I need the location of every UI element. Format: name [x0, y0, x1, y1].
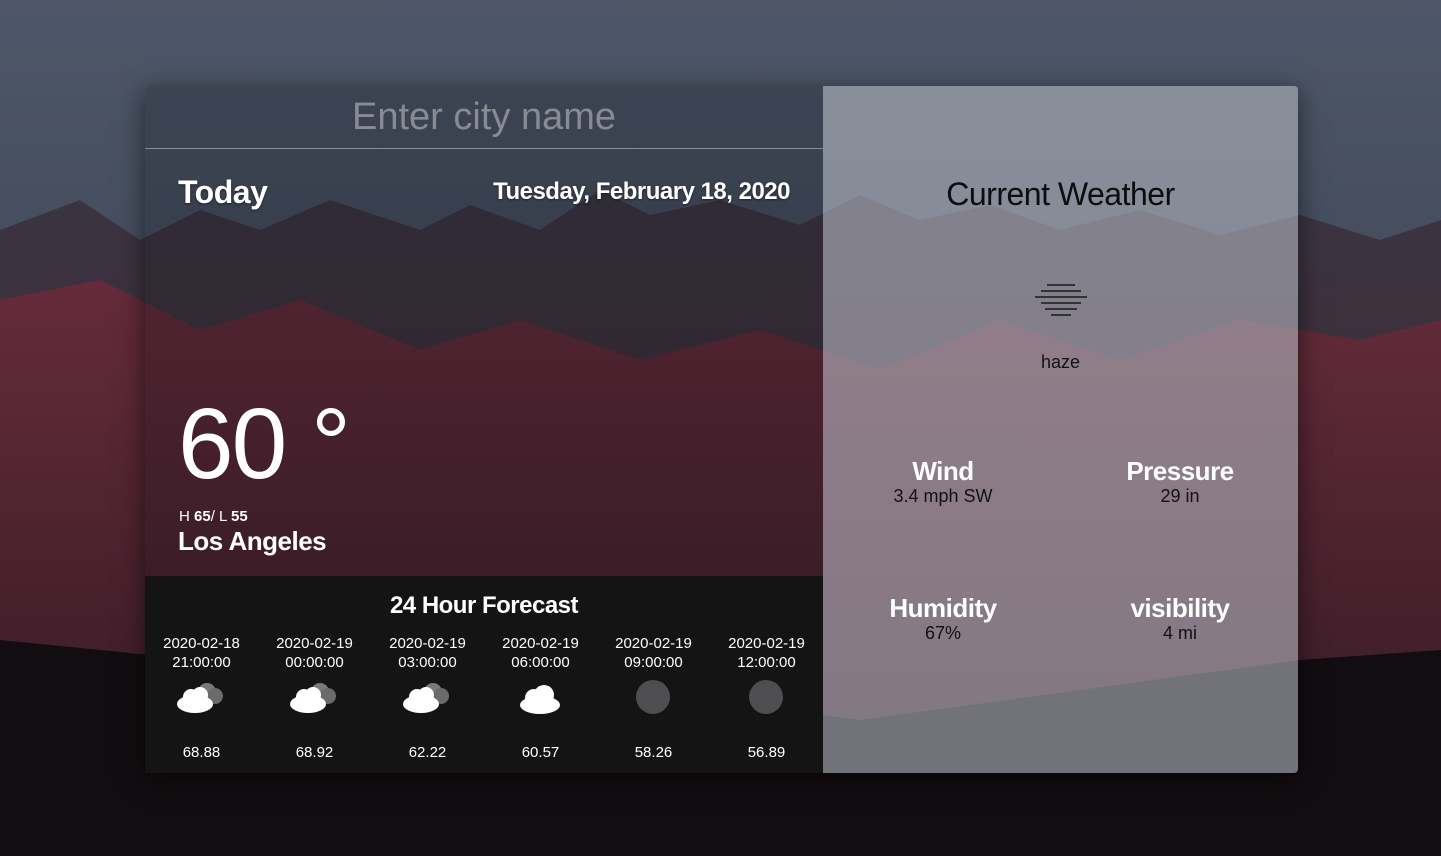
forecast-time: 00:00:00	[285, 654, 344, 671]
forecast-time: 09:00:00	[624, 654, 683, 671]
forecast-date: 2020-02-19	[615, 635, 692, 652]
humidity-label: Humidity	[889, 593, 997, 623]
forecast-item: 2020-02-19 03:00:00 62.22	[371, 634, 484, 761]
humidity-value: 67%	[924, 623, 962, 643]
pressure-stat: Pressure 29 in	[1080, 456, 1280, 506]
forecast-time: 21:00:00	[172, 654, 231, 671]
today-label: Today	[178, 174, 268, 210]
search-bar	[145, 86, 823, 149]
forecast-date: 2020-02-19	[389, 635, 466, 652]
current-weather-panel: Current Weather haze Wind 3.4 mph SW Pre…	[823, 86, 1298, 773]
low-prefix: / L	[210, 508, 227, 525]
forecast-panel: 24 Hour Forecast 2020-02-18 21:00:00 68.…	[145, 576, 823, 773]
high-value: 65	[194, 508, 211, 525]
visibility-stat: visibility 4 mi	[1080, 593, 1280, 643]
partly-cloudy-night-icon	[290, 683, 336, 713]
moon-icon	[749, 680, 783, 714]
wind-label: Wind	[912, 456, 974, 486]
city-name: Los Angeles	[178, 526, 327, 556]
forecast-time: 03:00:00	[398, 654, 457, 671]
pressure-label: Pressure	[1126, 456, 1234, 486]
wind-stat: Wind 3.4 mph SW	[843, 456, 1043, 506]
forecast-item: 2020-02-19 12:00:00 56.89	[710, 634, 823, 761]
forecast-date: 2020-02-18	[163, 635, 240, 652]
forecast-title: 24 Hour Forecast	[389, 592, 579, 619]
forecast-item: 2020-02-18 21:00:00 68.88	[145, 634, 258, 761]
forecast-temp: 68.92	[295, 744, 334, 761]
forecast-temp: 60.57	[521, 744, 560, 761]
cloud-icon	[520, 685, 560, 714]
visibility-label: visibility	[1130, 593, 1230, 623]
forecast-item: 2020-02-19 06:00:00 60.57	[484, 634, 597, 761]
partly-cloudy-night-icon	[177, 683, 223, 713]
condition-label: haze	[1040, 352, 1081, 372]
partly-cloudy-night-icon	[403, 683, 449, 713]
forecast-temp: 62.22	[408, 744, 447, 761]
forecast-list: 2020-02-18 21:00:00 68.88 2020-02-19 00:…	[145, 634, 823, 764]
forecast-temp: 68.88	[182, 744, 221, 761]
haze-icon	[1035, 284, 1087, 316]
today-panel: Today Tuesday, February 18, 2020 60 ° H …	[145, 86, 823, 773]
high-low: H 65/ L 55	[179, 508, 248, 525]
wind-value: 3.4 mph SW	[893, 486, 993, 506]
current-date: Tuesday, February 18, 2020	[493, 178, 790, 205]
forecast-item: 2020-02-19 00:00:00 68.92	[258, 634, 371, 761]
high-prefix: H	[179, 508, 190, 525]
humidity-stat: Humidity 67%	[843, 593, 1043, 643]
current-weather-title: Current Weather	[946, 176, 1175, 212]
forecast-time: 06:00:00	[511, 654, 570, 671]
forecast-temp: 58.26	[634, 744, 673, 761]
forecast-time: 12:00:00	[737, 654, 796, 671]
forecast-temp: 56.89	[747, 744, 786, 761]
forecast-date: 2020-02-19	[276, 635, 353, 652]
city-search-input[interactable]	[145, 86, 823, 148]
forecast-item: 2020-02-19 09:00:00 58.26	[597, 634, 710, 761]
forecast-date: 2020-02-19	[728, 635, 805, 652]
visibility-value: 4 mi	[1162, 623, 1197, 643]
moon-icon	[636, 680, 670, 714]
weather-card: Today Tuesday, February 18, 2020 60 ° H …	[145, 86, 1298, 773]
current-temperature: 60 °	[178, 388, 351, 500]
forecast-date: 2020-02-19	[502, 635, 579, 652]
pressure-value: 29 in	[1160, 486, 1200, 506]
low-value: 55	[231, 508, 248, 525]
